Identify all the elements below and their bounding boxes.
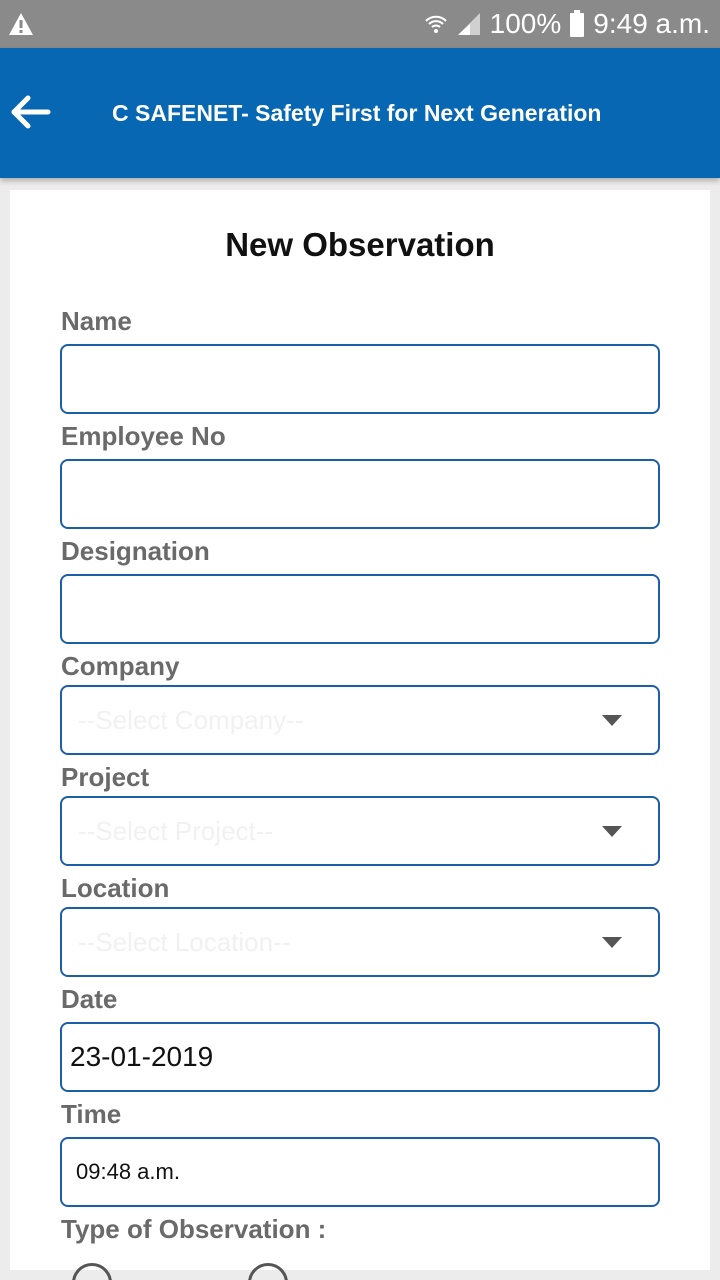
employee-no-field[interactable]	[60, 459, 660, 529]
designation-input[interactable]	[62, 576, 658, 642]
app-title: C SAFENET- Safety First for Next Generat…	[112, 100, 602, 126]
employee-no-label: Employee No	[61, 421, 226, 451]
warning-icon	[8, 12, 34, 36]
signal-icon	[456, 11, 482, 37]
arrow-left-icon[interactable]	[8, 92, 52, 132]
company-select[interactable]: --Select Company--	[60, 685, 660, 755]
chevron-down-icon	[602, 826, 622, 837]
time-label: Time	[61, 1099, 122, 1129]
project-placeholder: --Select Project--	[78, 816, 274, 846]
company-label: Company	[61, 651, 180, 681]
designation-label: Designation	[61, 536, 210, 566]
status-bar: 100% 9:49 a.m.	[0, 0, 720, 48]
employee-no-input[interactable]	[62, 461, 658, 527]
wifi-icon	[424, 12, 448, 36]
date-value: 23-01-2019	[70, 1041, 214, 1072]
time-field[interactable]: 09:48 a.m.	[60, 1137, 660, 1207]
chevron-down-icon	[602, 937, 622, 948]
battery-percent: 100%	[489, 8, 562, 39]
name-input[interactable]	[62, 346, 658, 412]
battery-icon	[569, 10, 585, 38]
project-select[interactable]: --Select Project--	[60, 796, 660, 866]
observation-form: New Observation Name Employee No Designa…	[10, 190, 710, 1280]
location-placeholder: --Select Location--	[78, 927, 291, 957]
observation-type-radio[interactable]	[72, 1263, 112, 1280]
location-select[interactable]: --Select Location--	[60, 907, 660, 977]
project-label: Project	[61, 762, 150, 792]
app-bar: C SAFENET- Safety First for Next Generat…	[0, 48, 720, 178]
date-field[interactable]: 23-01-2019	[60, 1022, 660, 1092]
observation-type-radio[interactable]	[248, 1263, 288, 1280]
time-value: 09:48 a.m.	[76, 1159, 180, 1184]
chevron-down-icon	[602, 715, 622, 726]
date-label: Date	[61, 984, 118, 1014]
status-icons: 100% 9:49 a.m.	[424, 6, 710, 42]
name-field[interactable]	[60, 344, 660, 414]
name-label: Name	[61, 306, 132, 336]
location-label: Location	[61, 873, 170, 903]
clock: 9:49 a.m.	[593, 8, 710, 39]
company-placeholder: --Select Company--	[78, 705, 304, 735]
page-title: New Observation	[225, 226, 495, 263]
designation-field[interactable]	[60, 574, 660, 644]
type-of-observation-label: Type of Observation :	[61, 1214, 327, 1244]
